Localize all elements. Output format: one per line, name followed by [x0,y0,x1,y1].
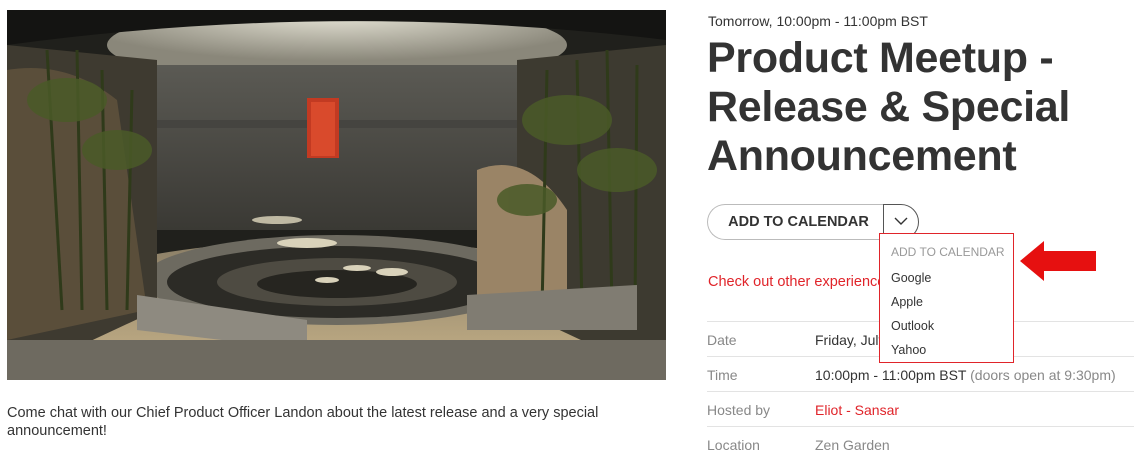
time-value: 10:00pm - 11:00pm BST (doors open at 9:3… [815,367,1116,383]
calendar-option-apple[interactable]: Apple [880,290,1013,314]
calendar-menu-header: ADD TO CALENDAR [891,245,1005,259]
date-label: Date [707,332,737,348]
event-description: Come chat with our Chief Product Officer… [7,405,599,439]
calendar-option-outlook[interactable]: Outlook [880,314,1013,338]
chevron-down-icon [894,213,908,231]
doors-open-note: (doors open at 9:30pm) [970,367,1116,383]
time-range: 10:00pm - 11:00pm BST [815,367,967,383]
details-row-host: Hosted by Eliot - Sansar [707,391,1134,426]
other-experiences-link[interactable]: Check out other experiences [708,274,893,290]
page-title: Product Meetup - Release & Special Annou… [707,34,1071,180]
red-arrow-icon [1020,241,1098,281]
calendar-option-yahoo[interactable]: Yahoo [880,338,1013,362]
location-value: Zen Garden [815,437,890,453]
host-link[interactable]: Eliot - Sansar [815,402,899,418]
add-to-calendar-button[interactable]: ADD TO CALENDAR [707,204,887,240]
location-label: Location [707,437,760,453]
event-datetime: Tomorrow, 10:00pm - 11:00pm BST [708,13,928,29]
host-label: Hosted by [707,402,771,418]
details-row-location: Location Zen Garden [707,426,1134,459]
event-hero-image [7,10,666,380]
calendar-option-google[interactable]: Google [880,266,1013,290]
date-value: Friday, July [815,332,886,348]
time-label: Time [707,367,738,383]
calendar-dropdown-menu: ADD TO CALENDAR Google Apple Outlook Yah… [879,233,1014,363]
